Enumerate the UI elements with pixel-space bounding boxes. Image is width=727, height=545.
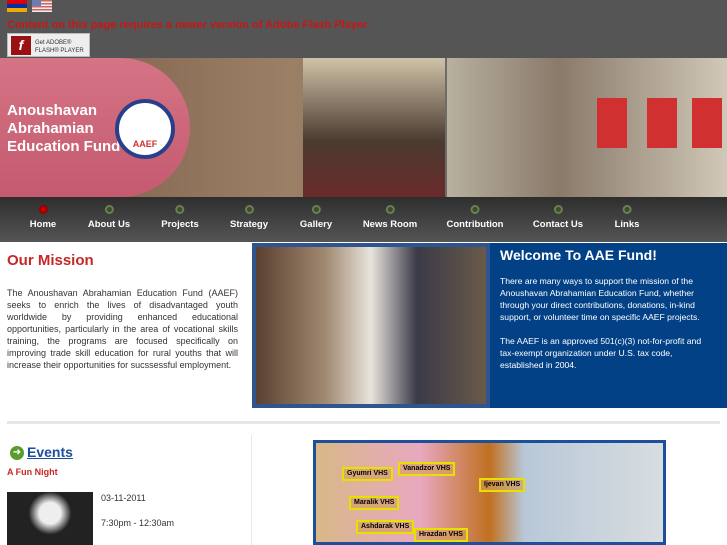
aaef-logo[interactable]: AAEF [115, 99, 175, 159]
event-poster-image[interactable] [7, 492, 93, 545]
nav-label: Contribution [446, 219, 504, 230]
welcome-paragraph-2: The AAEF is an approved 501(c)(3) not-fo… [500, 336, 702, 370]
flash-message: Content on this page requires a newer ve… [7, 19, 370, 31]
column-divider [251, 435, 252, 545]
event-time: 7:30pm - 12:30am [101, 518, 175, 528]
map-label: Ijevan VHS [479, 478, 526, 492]
top-bar: Content on this page requires a newer ve… [0, 0, 727, 58]
nav-label: Contact Us [532, 219, 584, 230]
flash-button-line1: Get ADOBE® [35, 40, 72, 46]
nav-label: Projects [161, 219, 199, 230]
mission-title: Our Mission [7, 252, 94, 269]
nav-bullet-icon [385, 205, 395, 214]
section-divider [7, 421, 720, 424]
banner-photo-group [303, 58, 445, 197]
map-label: Vanadzor VHS [398, 462, 456, 476]
nav-label: News Room [362, 219, 418, 230]
banner-photo-equipment [447, 58, 727, 197]
welcome-title: Welcome To AAE Fund! [500, 247, 657, 263]
event-date: 03-11-2011 [101, 493, 146, 503]
get-flash-player-button[interactable]: f Get ADOBE® FLASH® PLAYER [7, 33, 90, 57]
nav-label: Gallery [299, 219, 333, 230]
nav-strategy[interactable]: Strategy [230, 205, 268, 230]
header-banner: Anoushavan Abrahamian Education Fund AAE… [0, 58, 727, 197]
nav-label: Home [29, 219, 57, 230]
nav-label: Links [614, 219, 640, 230]
flash-button-line2: FLASH® PLAYER [35, 48, 84, 54]
welcome-paragraph-1: There are many ways to support the missi… [500, 276, 700, 322]
nav-projects[interactable]: Projects [161, 205, 199, 230]
nav-label: Strategy [229, 219, 269, 230]
nav-news-room[interactable]: News Room [363, 205, 417, 230]
nav-label: About Us [87, 219, 131, 230]
armenian-flag-icon[interactable] [7, 0, 27, 12]
arrow-right-icon[interactable]: ➜ [10, 446, 24, 460]
logo-text: AAEF [132, 139, 158, 149]
nav-bullet-icon [622, 205, 632, 214]
map-label: Ashdarak VHS [356, 520, 415, 534]
nav-about-us[interactable]: About Us [88, 205, 130, 230]
map-label: Hrazdan VHS [414, 528, 468, 542]
mission-text: The Anoushavan Abrahamian Education Fund… [7, 288, 238, 370]
main-nav: Home About Us Projects Strategy Gallery … [0, 197, 727, 242]
nav-contact-us[interactable]: Contact Us [533, 205, 583, 230]
event-name[interactable]: A Fun Night [7, 467, 58, 477]
events-link[interactable]: Events [27, 444, 73, 460]
us-flag-icon[interactable] [32, 0, 52, 12]
flash-icon: f [11, 36, 31, 55]
nav-bullet-icon [470, 205, 480, 214]
mission-photo [252, 243, 490, 408]
nav-contribution[interactable]: Contribution [446, 205, 504, 230]
nav-bullet-icon [175, 205, 185, 214]
nav-bullet-icon [553, 205, 563, 214]
map-label: Gyumri VHS [342, 467, 393, 481]
org-name: Anoushavan Abrahamian Education Fund [7, 102, 121, 155]
vhs-map-image[interactable]: Gyumri VHS Vanadzor VHS Ijevan VHS Maral… [313, 440, 666, 545]
nav-bullet-icon [311, 205, 321, 214]
nav-links[interactable]: Links [614, 205, 640, 230]
nav-home[interactable]: Home [30, 205, 56, 230]
nav-bullet-icon [244, 205, 254, 214]
nav-gallery[interactable]: Gallery [300, 205, 332, 230]
nav-bullet-icon [38, 205, 48, 214]
map-label: Maralik VHS [349, 496, 400, 510]
welcome-panel: Welcome To AAE Fund! There are many ways… [490, 243, 727, 408]
nav-bullet-icon [104, 205, 114, 214]
